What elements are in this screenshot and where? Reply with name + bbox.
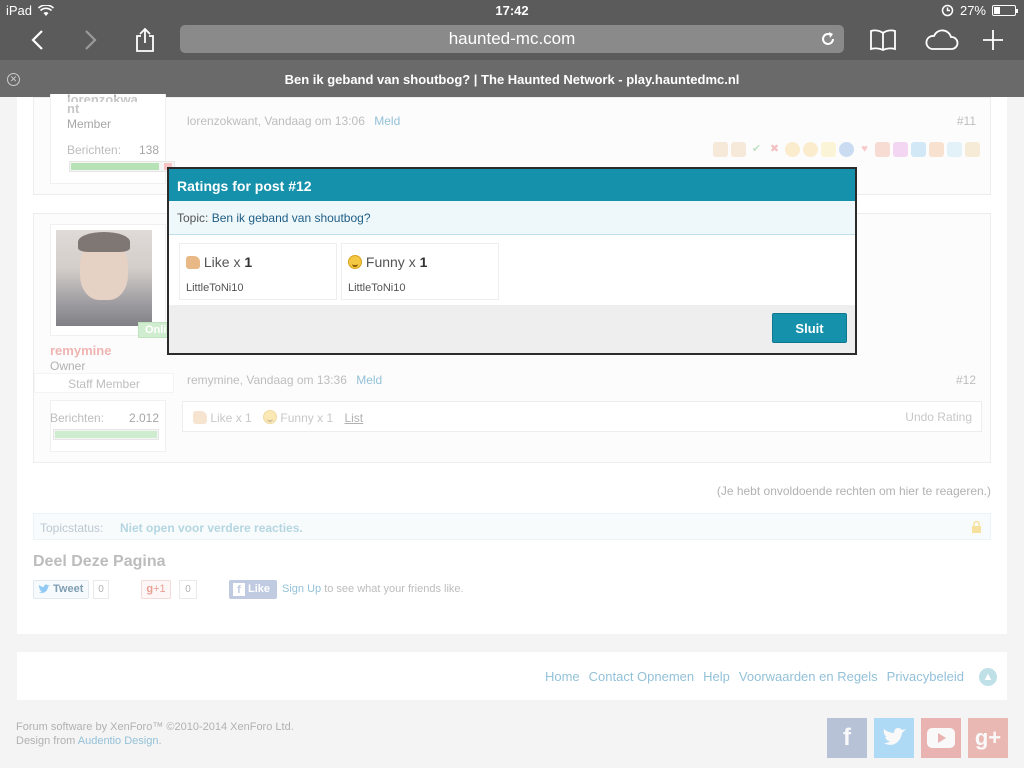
chevron-left-icon: [31, 30, 43, 50]
url-text: haunted-mc.com: [448, 29, 576, 48]
funny-icon: [348, 255, 362, 269]
cloud-icon: [925, 29, 959, 50]
rating-card-like-user[interactable]: LittleToNi10: [186, 282, 243, 294]
share-icon: [136, 27, 154, 52]
rating-card-funny-user[interactable]: LittleToNi10: [348, 282, 405, 294]
rating-card-like-header: Like x 1: [186, 254, 252, 270]
plus-icon: [983, 30, 1003, 50]
back-button[interactable]: [20, 24, 54, 56]
battery-icon: [992, 5, 1018, 16]
ios-status-bar: iPad 17:42 27%: [0, 0, 1024, 20]
rating-card-funny-count: 1: [419, 254, 428, 270]
modal-topic-label: Topic:: [177, 211, 209, 225]
ratings-modal: Ratings for post #12 Topic: Ben ik geban…: [167, 167, 857, 355]
modal-footer: Sluit: [169, 305, 855, 353]
chevron-right-icon: [85, 30, 97, 50]
close-modal-button[interactable]: Sluit: [772, 313, 847, 343]
tab-title[interactable]: Ben ik geband van shoutbog? | The Haunte…: [0, 72, 1024, 87]
reload-icon[interactable]: [818, 29, 838, 49]
rating-card-funny-label: Funny x: [365, 254, 420, 270]
modal-topic: Topic: Ben ik geband van shoutbog?: [169, 201, 855, 235]
address-bar[interactable]: haunted-mc.com: [180, 25, 844, 53]
book-icon: [870, 29, 896, 51]
bookmarks-button[interactable]: [866, 24, 900, 56]
sync-icon: [941, 4, 954, 17]
clock: 17:42: [495, 3, 529, 18]
forward-button[interactable]: [74, 24, 108, 56]
tab-strip: ✕ Ben ik geband van shoutbog? | The Haun…: [0, 60, 1024, 97]
icloud-tabs-button[interactable]: [922, 24, 960, 56]
share-button[interactable]: [128, 24, 162, 56]
battery-percent: 27%: [959, 3, 986, 18]
rating-card-funny-header: Funny x 1: [348, 254, 427, 270]
browser-toolbar: haunted-mc.com: [0, 20, 1024, 60]
rating-card-funny: Funny x 1 LittleToNi10: [341, 243, 499, 300]
rating-card-like-count: 1: [244, 254, 253, 270]
modal-topic-link[interactable]: Ben ik geband van shoutbog?: [212, 211, 371, 225]
new-tab-button[interactable]: [976, 24, 1010, 56]
like-icon: [186, 256, 200, 269]
rating-card-like: Like x 1 LittleToNi10: [179, 243, 337, 300]
modal-title: Ratings for post #12: [169, 169, 855, 201]
rating-card-like-label: Like x: [203, 254, 245, 270]
